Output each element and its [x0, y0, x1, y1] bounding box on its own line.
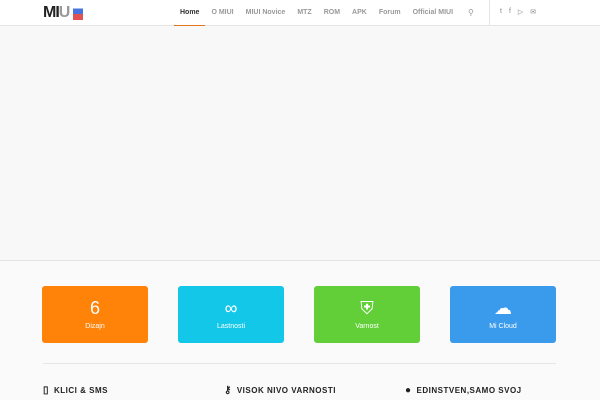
nav-miui-novice[interactable]: MIUI Novice — [240, 0, 292, 26]
tile-label: Dizajn — [85, 323, 105, 330]
nav-apk[interactable]: APK — [346, 0, 373, 26]
feature-title: EDINSTVEN,SAMO SVOJ — [416, 386, 522, 395]
site-header: MIU Home O MIUI MIUI Novice MTZ ROM APK … — [0, 0, 600, 26]
tile-dizajn[interactable]: 6 Dizajn — [42, 286, 148, 343]
nav-o-miui[interactable]: O MIUI — [205, 0, 239, 26]
key-icon: ⚷ — [224, 385, 232, 396]
main-nav: Home O MIUI MIUI Novice MTZ ROM APK Foru… — [174, 0, 459, 26]
feature-security: ⚷ VISOK NIVO VARNOSTI — [224, 385, 336, 396]
tile-lastnosti[interactable]: ∞ Lastnosti — [178, 286, 284, 343]
shield-icon: ⛨ — [360, 298, 374, 318]
twitter-icon[interactable]: t — [500, 8, 502, 16]
feature-title: KLICI & SMS — [54, 386, 108, 395]
youtube-icon[interactable]: ▷ — [518, 8, 523, 16]
cloud-icon: ☁ — [494, 298, 512, 318]
nav-official-miui[interactable]: Official MIUI — [407, 0, 459, 26]
social-links: t f ▷ ✉ — [500, 8, 536, 16]
feature-unique: ● EDINSTVEN,SAMO SVOJ — [405, 385, 522, 396]
hero-banner — [0, 27, 600, 261]
nav-forum[interactable]: Forum — [373, 0, 407, 26]
tile-mi-cloud[interactable]: ☁ Mi Cloud — [450, 286, 556, 343]
tile-label: Varnost — [355, 323, 379, 330]
facebook-icon[interactable]: f — [509, 8, 511, 16]
palette-icon: ● — [405, 385, 412, 396]
tile-label: Lastnosti — [216, 323, 246, 330]
mail-icon[interactable]: ✉ — [530, 8, 536, 16]
feature-title: VISOK NIVO VARNOSTI — [236, 386, 336, 395]
tile-varnost[interactable]: ⛨ Varnost — [314, 286, 420, 343]
logo-flag-icon — [73, 3, 83, 20]
search-icon[interactable]: ⚲ — [468, 8, 476, 17]
circles-icon: ∞ — [224, 298, 238, 318]
phone-icon: ▯ — [43, 385, 50, 396]
six-icon: 6 — [89, 298, 100, 318]
logo[interactable]: MIU — [43, 4, 70, 22]
nav-mtz[interactable]: MTZ — [291, 0, 317, 26]
feature-calls-sms: ▯ KLICI & SMS — [43, 385, 108, 396]
divider — [43, 363, 556, 364]
nav-home[interactable]: Home — [174, 0, 206, 26]
divider — [489, 0, 490, 26]
tile-label: Mi Cloud — [489, 323, 517, 330]
nav-rom[interactable]: ROM — [318, 0, 346, 26]
